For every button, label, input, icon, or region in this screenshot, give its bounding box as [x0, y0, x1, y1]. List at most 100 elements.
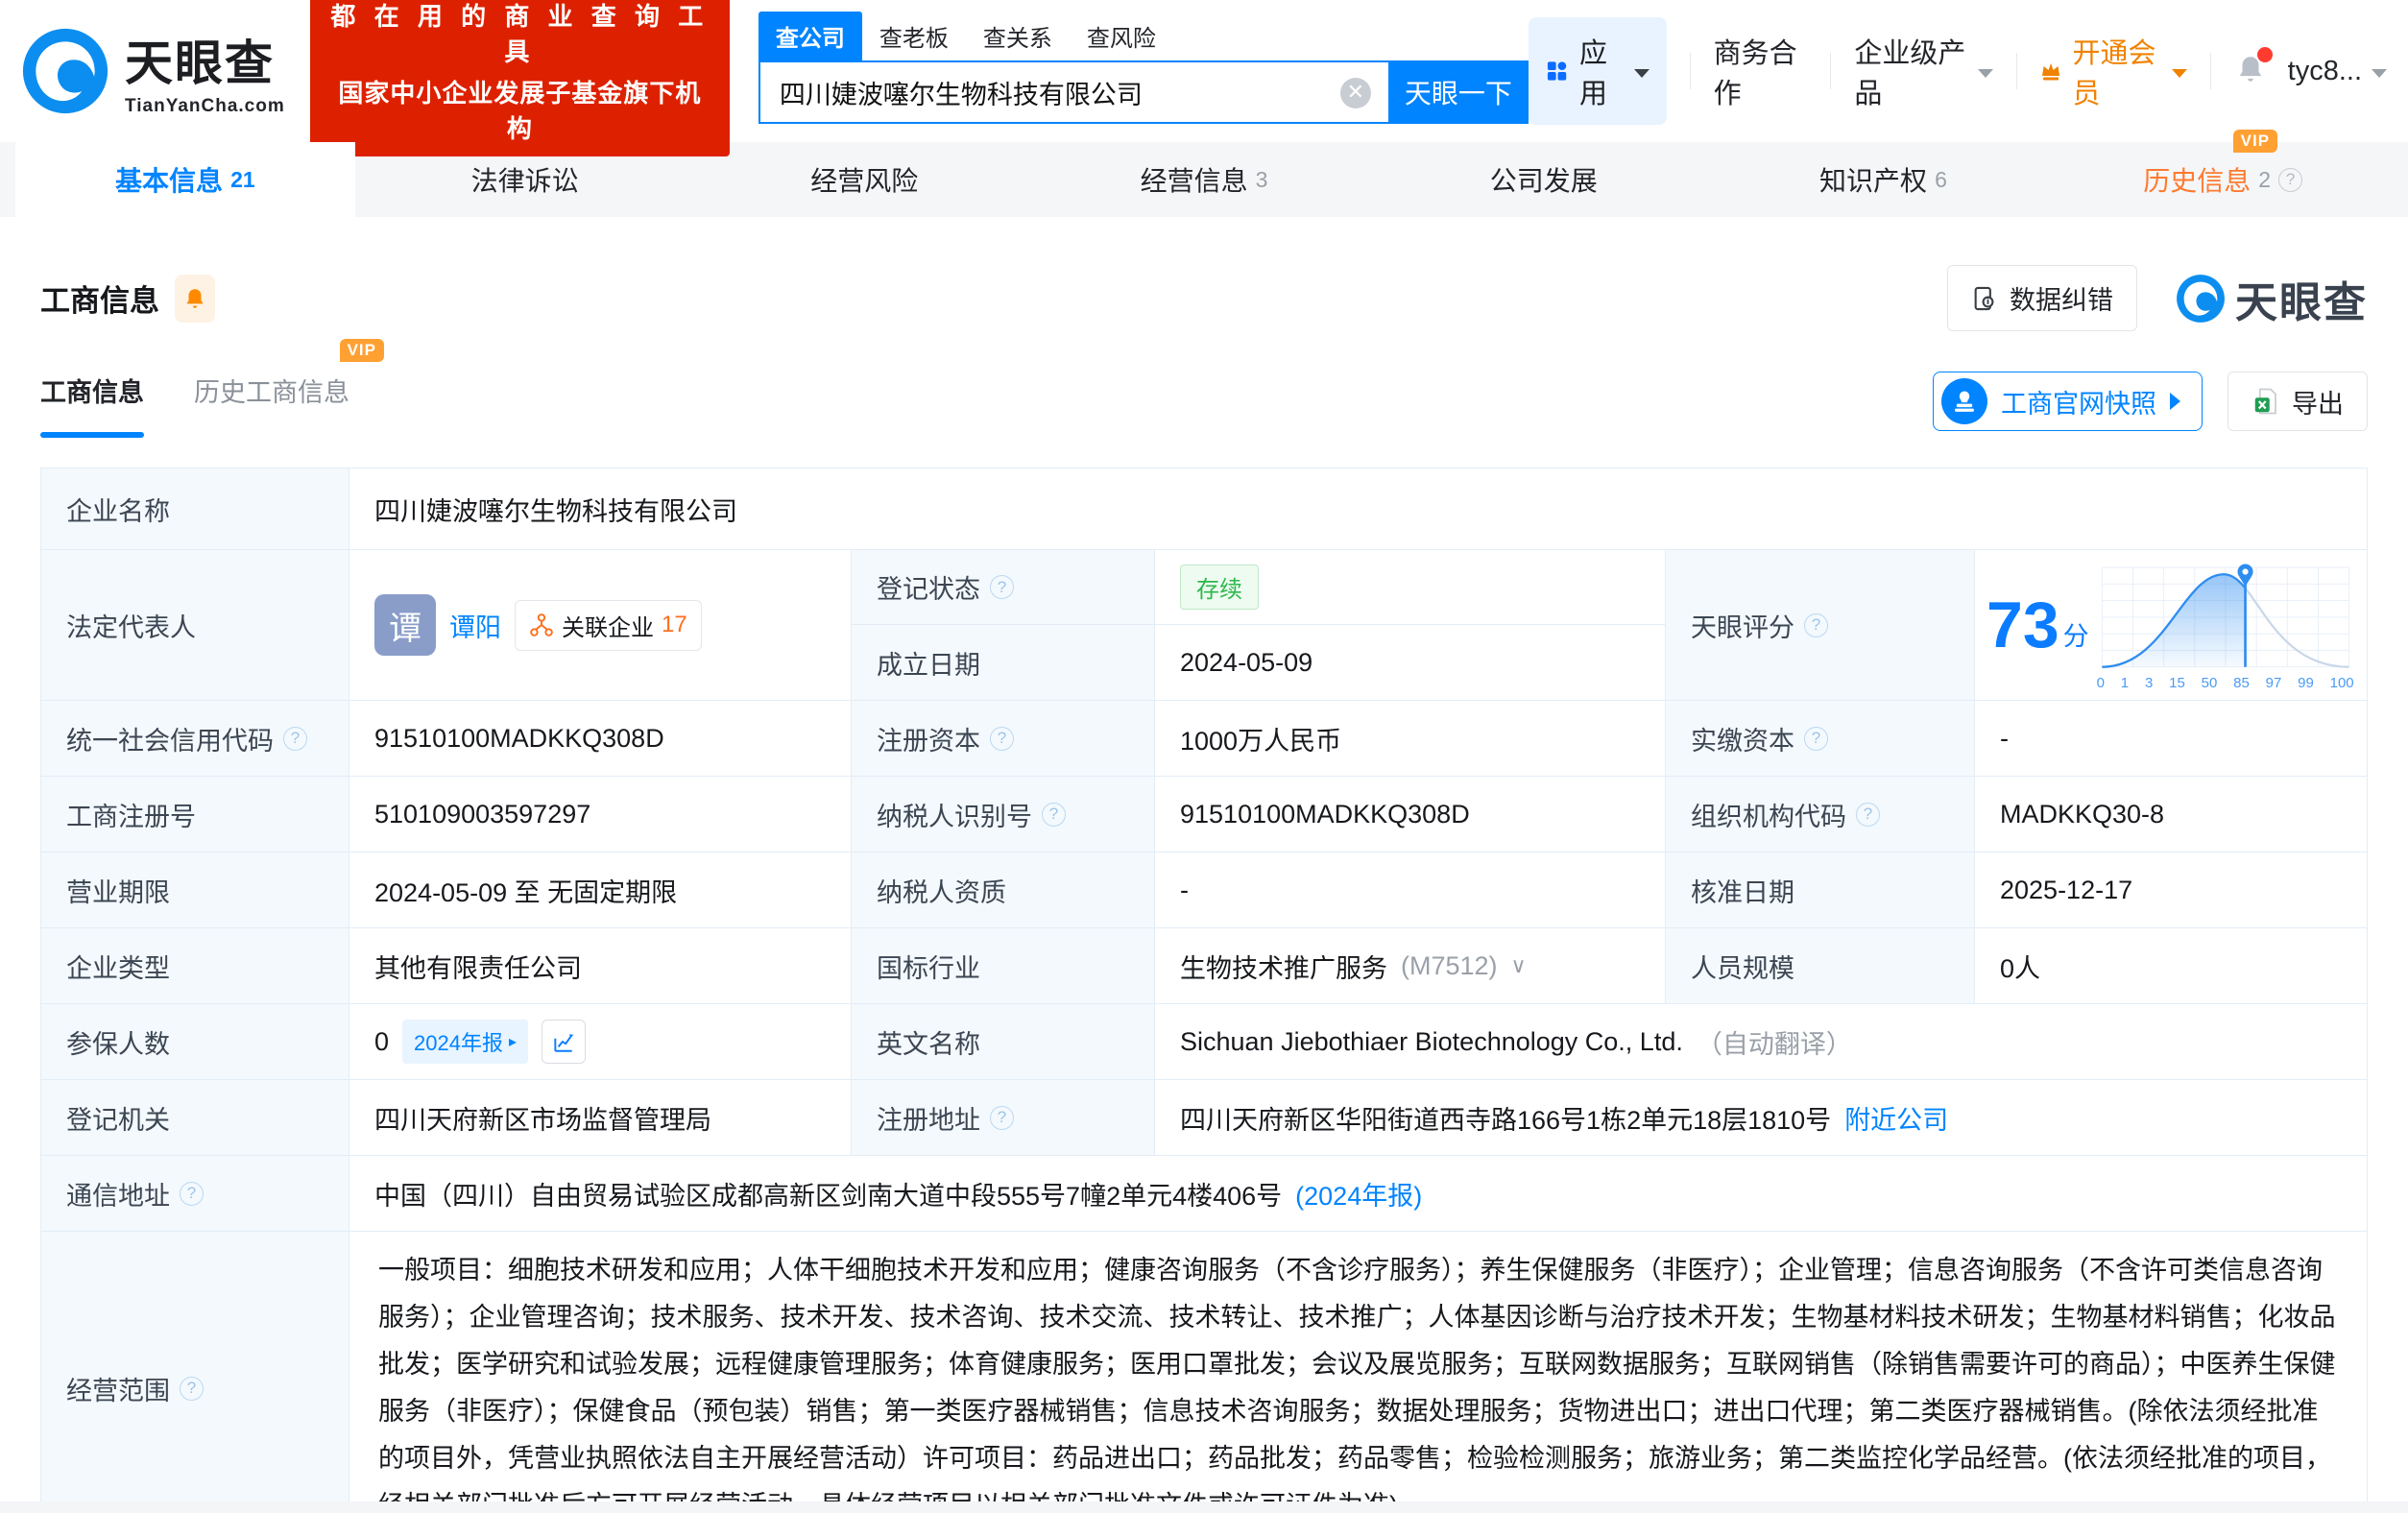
label-registration-authority: 登记机关	[41, 1080, 349, 1155]
value-legal-representative: 谭 谭阳 关联企业 17	[349, 550, 851, 700]
subtab-business-registration[interactable]: 工商信息	[40, 372, 144, 451]
nav-cooperation[interactable]: 商务合作	[1714, 31, 1808, 111]
nearby-companies-link[interactable]: 附近公司	[1844, 1099, 1948, 1137]
official-snapshot-button[interactable]: 工商官网快照	[1933, 372, 2203, 431]
label-company-name: 企业名称	[41, 468, 349, 549]
chevron-down-icon[interactable]: ∨	[1511, 953, 1527, 978]
top-nav: 应用 商务合作 企业级产品 开通会员	[1529, 17, 2387, 125]
help-icon[interactable]: ?	[990, 727, 1014, 751]
label-taxpayer-id: 纳税人识别号?	[851, 777, 1154, 852]
tab-operating-risk[interactable]: 经营风险	[694, 142, 1034, 217]
value-english-name: Sichuan Jiebothiaer Biotechnology Co., L…	[1154, 1004, 2367, 1079]
help-icon[interactable]: ?	[283, 727, 307, 751]
label-mailing-address: 通信地址?	[41, 1156, 349, 1231]
search-button[interactable]: 天眼一下	[1388, 60, 1529, 124]
user-menu[interactable]: tyc8...	[2288, 56, 2387, 87]
label-insured-count: 参保人数	[41, 1004, 349, 1079]
value-credit-code: 91510100MADKKQ308D	[349, 701, 851, 776]
value-taxpayer-quality: -	[1154, 853, 1665, 927]
trend-chart-button[interactable]	[542, 1020, 586, 1064]
logo-domain: TianYanCha.com	[125, 96, 285, 117]
search-tab-risk[interactable]: 查风险	[1070, 12, 1173, 60]
help-icon[interactable]: ?	[1804, 727, 1828, 751]
label-registered-address: 注册地址?	[851, 1080, 1154, 1155]
label-taxpayer-quality: 纳税人资质	[851, 853, 1154, 927]
tianyancha-logo-icon	[21, 27, 109, 115]
banner-line2: 国家中小企业发展子基金旗下机构	[329, 74, 710, 145]
search-tab-relation[interactable]: 查关系	[966, 12, 1070, 60]
help-icon[interactable]: ?	[990, 1106, 1014, 1130]
value-registration-number: 510109003597297	[349, 777, 851, 852]
score-value: 73分	[1987, 592, 2089, 658]
help-icon[interactable]: ?	[180, 1377, 204, 1401]
subscribe-bell-icon[interactable]	[175, 275, 215, 323]
search-input[interactable]	[759, 60, 1388, 124]
label-industry: 国标行业	[851, 928, 1154, 1003]
annual-report-link[interactable]: 2024年报▸	[402, 1020, 528, 1064]
table-row: 企业名称 四川婕波噻尔生物科技有限公司	[41, 468, 2367, 549]
table-row: 法定代表人 谭 谭阳 关联企业 17	[41, 549, 2367, 700]
tab-business-info[interactable]: 经营信息3	[1034, 142, 1374, 217]
tab-company-development[interactable]: 公司发展	[1374, 142, 1714, 217]
stamp-icon	[1941, 378, 1987, 424]
clear-search-icon[interactable]: ✕	[1340, 78, 1371, 108]
excel-icon	[2251, 387, 2280, 416]
help-icon[interactable]: ?	[990, 575, 1014, 599]
help-icon[interactable]: ?	[180, 1182, 204, 1206]
export-button[interactable]: 导出	[2227, 372, 2368, 431]
score-distribution-chart: 0131550859799100	[2097, 560, 2354, 691]
value-company-type: 其他有限责任公司	[349, 928, 851, 1003]
divider	[2016, 53, 2017, 89]
value-business-scope: 一般项目：细胞技术研发和应用；人体干细胞技术开发和应用；健康咨询服务（不含诊疗服…	[349, 1232, 2367, 1513]
search-tab-company[interactable]: 查公司	[759, 12, 862, 60]
help-icon[interactable]: ?	[2278, 168, 2302, 192]
company-section-tabs: 基本信息21 法律诉讼 经营风险 经营信息3 公司发展 知识产权6 VIP 历史…	[0, 142, 2408, 217]
tab-basic-info[interactable]: 基本信息21	[15, 142, 355, 217]
tab-intellectual-property[interactable]: 知识产权6	[1714, 142, 2054, 217]
help-icon[interactable]: ?	[1804, 613, 1828, 637]
label-registered-capital: 注册资本?	[851, 701, 1154, 776]
subtab-row: 工商信息 VIP 历史工商信息 工商官网快照	[40, 372, 2368, 454]
label-registration-number: 工商注册号	[41, 777, 349, 852]
vip-badge: VIP	[340, 339, 384, 362]
table-row: 企业类型 其他有限责任公司 国标行业 生物技术推广服务(M7512) ∨ 人员规…	[41, 927, 2367, 1003]
top-header: 天眼查 TianYanCha.com 都 在 用 的 商 业 查 询 工 具 国…	[0, 0, 2408, 142]
value-registered-capital: 1000万人民币	[1154, 701, 1665, 776]
page-footer-strip	[0, 1501, 2408, 1513]
related-companies-button[interactable]: 关联企业 17	[515, 600, 702, 651]
vip-badge: VIP	[2233, 130, 2277, 153]
bar-chart-icon	[551, 1029, 576, 1054]
data-correction-button[interactable]: 数据纠错	[1947, 265, 2137, 331]
annual-report-link[interactable]: (2024年报)	[1295, 1175, 1422, 1213]
notification-dot	[2257, 47, 2273, 62]
apps-label: 应用	[1579, 31, 1623, 111]
tab-legal-proceedings[interactable]: 法律诉讼	[355, 142, 695, 217]
value-registration-authority: 四川天府新区市场监督管理局	[349, 1080, 851, 1155]
chevron-down-icon	[2372, 69, 2387, 78]
legal-rep-link[interactable]: 谭阳	[449, 607, 501, 644]
tianyancha-logo[interactable]: 天眼查 TianYanCha.com	[21, 25, 285, 117]
help-icon[interactable]: ?	[1042, 803, 1066, 827]
chevron-down-icon	[1634, 69, 1649, 78]
apps-grid-icon	[1546, 57, 1568, 85]
chevron-down-icon	[2172, 69, 2187, 78]
table-row: 营业期限 2024-05-09 至 无固定期限 纳税人资质 - 核准日期 202…	[41, 852, 2367, 927]
search-tab-boss[interactable]: 查老板	[862, 12, 966, 60]
table-row: 通信地址? 中国（四川）自由贸易试验区成都高新区剑南大道中段555号7幢2单元4…	[41, 1155, 2367, 1231]
value-staff-size: 0人	[1974, 928, 2367, 1003]
nav-enterprise-products[interactable]: 企业级产品	[1854, 31, 1992, 111]
label-establish-date: 成立日期	[851, 625, 1154, 700]
org-chart-icon	[529, 612, 554, 637]
apps-menu[interactable]: 应用	[1529, 17, 1667, 125]
nav-open-membership[interactable]: 开通会员	[2039, 31, 2186, 111]
avatar[interactable]: 谭	[374, 594, 436, 656]
username: tyc8...	[2288, 56, 2362, 87]
label-legal-representative: 法定代表人	[41, 550, 349, 700]
help-icon[interactable]: ?	[1856, 803, 1880, 827]
promo-banner: 都 在 用 的 商 业 查 询 工 具 国家中小企业发展子基金旗下机构	[310, 0, 730, 156]
notifications-bell-icon[interactable]	[2234, 53, 2267, 90]
table-row: 登记机关 四川天府新区市场监督管理局 注册地址? 四川天府新区华阳街道西寺路16…	[41, 1079, 2367, 1155]
divider	[1690, 53, 1691, 89]
subtab-history-registration[interactable]: VIP 历史工商信息	[194, 372, 349, 451]
tab-history-info[interactable]: VIP 历史信息2 ?	[2053, 142, 2393, 217]
